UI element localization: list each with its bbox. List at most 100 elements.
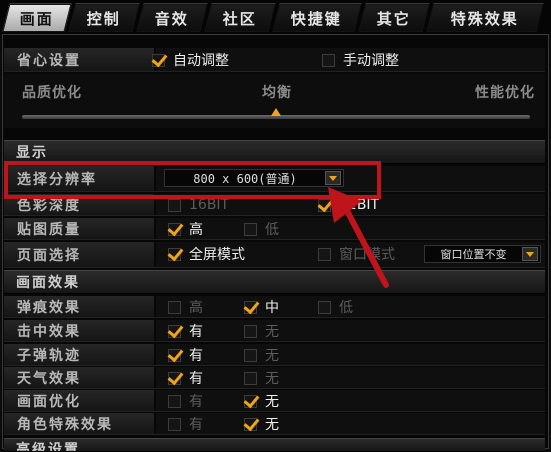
16bit-checkbox[interactable] bbox=[168, 198, 181, 212]
effect-row: 画面优化有无 bbox=[4, 390, 545, 412]
effect-checkbox[interactable] bbox=[243, 414, 260, 431]
effect-checkbox[interactable] bbox=[243, 391, 260, 408]
16bit-label: 16BIT bbox=[189, 197, 230, 213]
effect-checkbox[interactable] bbox=[244, 348, 257, 362]
effect-option[interactable]: 无 bbox=[244, 369, 279, 387]
annotation-arrow-icon bbox=[328, 187, 389, 288]
tab-screen[interactable]: 画面 bbox=[2, 3, 72, 32]
page-mode-row: 页面选择 全屏模式 窗口模式 窗口位置不变 bbox=[4, 242, 545, 268]
tab-special-effects[interactable]: 特殊效果 bbox=[426, 3, 544, 32]
manual-adjust-checkbox[interactable] bbox=[322, 53, 335, 67]
texture-high-checkbox[interactable] bbox=[167, 219, 184, 236]
effect-checkbox[interactable] bbox=[244, 324, 257, 338]
tab-label: 音效 bbox=[154, 9, 189, 28]
effect-option-label: 无 bbox=[265, 371, 279, 387]
effect-option[interactable]: 中 bbox=[243, 297, 279, 316]
manual-adjust-label: 手动调整 bbox=[343, 53, 399, 69]
effect-option[interactable]: 无 bbox=[244, 346, 279, 364]
balanced-label: 均衡 bbox=[262, 85, 292, 101]
effect-option[interactable]: 有 bbox=[167, 368, 203, 387]
tab-label: 快捷键 bbox=[291, 9, 343, 28]
effect-options: 有无 bbox=[156, 344, 545, 365]
texture-low-option[interactable]: 低 bbox=[244, 220, 279, 238]
effect-option-label: 无 bbox=[265, 348, 279, 364]
dropdown-arrow-icon[interactable] bbox=[522, 247, 538, 261]
texture-quality-row: 贴图质量 高 低 bbox=[4, 218, 545, 240]
effect-row: 天气效果有无 bbox=[4, 367, 545, 389]
effect-options: 有无 bbox=[156, 413, 545, 434]
effect-checkbox[interactable] bbox=[243, 297, 260, 314]
effect-label: 天气效果 bbox=[4, 367, 154, 388]
effect-option[interactable]: 无 bbox=[244, 322, 279, 340]
window-position-dropdown[interactable]: 窗口位置不变 bbox=[424, 245, 541, 263]
effect-label: 弹痕效果 bbox=[4, 296, 154, 317]
check-icon bbox=[167, 321, 184, 338]
check-icon bbox=[243, 414, 260, 431]
manual-adjust-option[interactable]: 手动调整 bbox=[322, 51, 399, 69]
texture-high-option[interactable]: 高 bbox=[167, 219, 203, 238]
effect-options: 有无 bbox=[156, 367, 545, 388]
texture-low-checkbox[interactable] bbox=[244, 222, 257, 236]
slider-thumb-icon[interactable] bbox=[271, 108, 281, 116]
advanced-section-title: 高级设置 bbox=[4, 438, 545, 452]
performance-label: 性能优化 bbox=[475, 85, 535, 101]
tab-label: 其它 bbox=[376, 9, 411, 28]
effect-checkbox[interactable] bbox=[318, 300, 331, 314]
effect-option[interactable]: 无 bbox=[243, 391, 279, 410]
auto-adjust-label: 自动调整 bbox=[173, 53, 229, 69]
effect-row: 弹痕效果 高 中 低 bbox=[4, 296, 545, 318]
check-icon bbox=[167, 345, 184, 362]
effect-option-label: 低 bbox=[339, 300, 353, 316]
effect-option-label: 中 bbox=[265, 300, 279, 316]
tab-community[interactable]: 社区 bbox=[204, 3, 276, 32]
tab-control[interactable]: 控制 bbox=[68, 3, 140, 32]
effect-options: 高中低 bbox=[156, 296, 545, 317]
tab-other[interactable]: 其它 bbox=[358, 3, 430, 32]
effect-option[interactable]: 有 bbox=[167, 345, 203, 364]
effect-option-label: 有 bbox=[189, 348, 203, 364]
effect-checkbox[interactable] bbox=[167, 368, 184, 385]
tab-label: 特殊效果 bbox=[450, 9, 519, 28]
quality-label: 品质优化 bbox=[22, 85, 82, 101]
effect-label: 画面优化 bbox=[4, 390, 154, 411]
effect-label: 角色特殊效果 bbox=[4, 413, 154, 434]
worry-free-label: 省心设置 bbox=[4, 48, 154, 71]
tab-bar: 画面 控制 音效 社区 快捷键 其它 特殊效果 bbox=[0, 0, 551, 34]
fullscreen-checkbox[interactable] bbox=[167, 244, 184, 261]
window-position-value: 窗口位置不变 bbox=[440, 248, 507, 261]
effect-option[interactable]: 有 bbox=[168, 392, 203, 410]
effects-section-title: 画面效果 bbox=[4, 270, 545, 294]
effect-checkbox[interactable] bbox=[167, 321, 184, 338]
texture-quality-label: 贴图质量 bbox=[4, 218, 154, 239]
effect-checkbox[interactable] bbox=[244, 371, 257, 385]
auto-adjust-checkbox[interactable] bbox=[151, 50, 168, 67]
effect-option[interactable]: 高 bbox=[168, 298, 203, 316]
effect-option-label: 有 bbox=[189, 417, 203, 433]
texture-high-label: 高 bbox=[189, 222, 203, 238]
auto-adjust-option[interactable]: 自动调整 bbox=[151, 50, 229, 69]
tab-label: 社区 bbox=[222, 9, 257, 28]
effect-option[interactable]: 有 bbox=[168, 415, 203, 433]
effect-checkbox[interactable] bbox=[168, 417, 181, 431]
tab-sound[interactable]: 音效 bbox=[136, 3, 208, 32]
check-icon bbox=[243, 391, 260, 408]
effect-option[interactable]: 无 bbox=[243, 414, 279, 433]
effect-options: 有无 bbox=[156, 320, 545, 341]
effect-option-label: 有 bbox=[189, 371, 203, 387]
texture-low-label: 低 bbox=[265, 222, 279, 238]
effect-option-label: 高 bbox=[189, 300, 203, 316]
effect-option[interactable]: 低 bbox=[318, 298, 353, 316]
effect-row: 子弹轨迹有无 bbox=[4, 344, 545, 366]
effect-label: 子弹轨迹 bbox=[4, 344, 154, 365]
tab-hotkeys[interactable]: 快捷键 bbox=[272, 3, 362, 32]
quality-slider-area: 品质优化 均衡 性能优化 bbox=[4, 74, 545, 128]
effect-option-label: 有 bbox=[189, 394, 203, 410]
check-icon bbox=[167, 244, 184, 261]
fullscreen-option[interactable]: 全屏模式 bbox=[167, 244, 245, 263]
effect-checkbox[interactable] bbox=[168, 300, 181, 314]
effect-options: 有无 bbox=[156, 390, 545, 411]
effect-option[interactable]: 有 bbox=[167, 321, 203, 340]
effect-checkbox[interactable] bbox=[167, 345, 184, 362]
effect-option-label: 无 bbox=[265, 394, 279, 410]
effect-checkbox[interactable] bbox=[168, 394, 181, 408]
